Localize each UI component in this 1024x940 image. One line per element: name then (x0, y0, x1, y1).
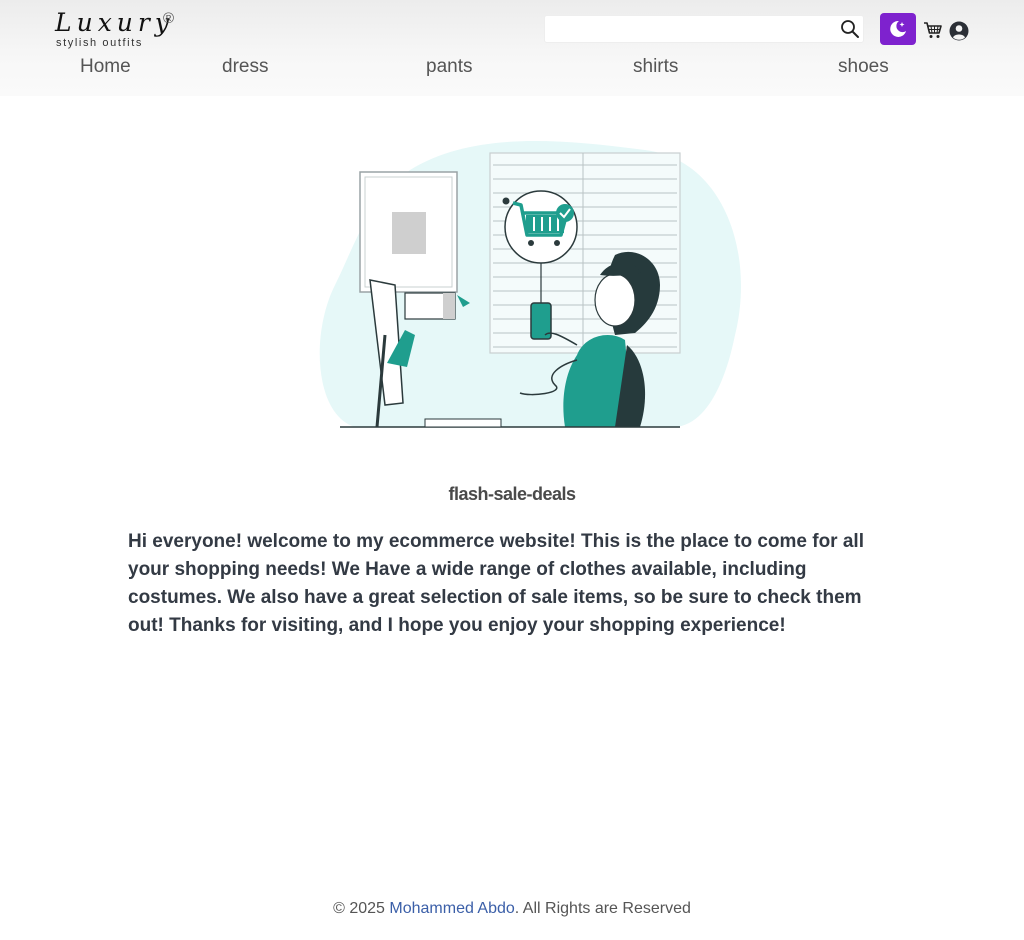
copyright-suffix: . All Rights are Reserved (514, 900, 691, 917)
nav-pants[interactable]: pants (426, 56, 472, 78)
online-shopping-illustration (315, 135, 745, 435)
nav-shirts[interactable]: shirts (633, 56, 678, 78)
theme-toggle-button[interactable] (880, 13, 916, 45)
author-link[interactable]: Mohammed Abdo (389, 900, 514, 917)
site-header: Luxury ® stylish outfits Home dress pant… (0, 0, 1024, 96)
registered-mark: ® (163, 10, 175, 27)
nav-shoes[interactable]: shoes (838, 56, 889, 78)
logo-wordmark: Luxury (55, 8, 174, 37)
nav-dress[interactable]: dress (222, 56, 268, 78)
site-footer: © 2025 Mohammed Abdo. All Rights are Res… (0, 900, 1024, 918)
search-bar (544, 15, 864, 43)
page-headline: flash-sale-deals (448, 484, 576, 504)
brand-logo[interactable]: Luxury ® stylish outfits (55, 8, 185, 52)
intro-paragraph: Hi everyone! welcome to my ecommerce web… (128, 531, 864, 636)
nav-home[interactable]: Home (80, 56, 131, 78)
moon-stars-icon (890, 20, 906, 37)
user-circle-icon[interactable] (948, 20, 970, 42)
copyright-prefix: © 2025 (333, 900, 390, 917)
cart-icon[interactable] (922, 19, 944, 41)
search-icon[interactable] (840, 19, 860, 39)
logo-tagline: stylish outfits (56, 37, 143, 49)
search-input[interactable] (545, 16, 830, 42)
